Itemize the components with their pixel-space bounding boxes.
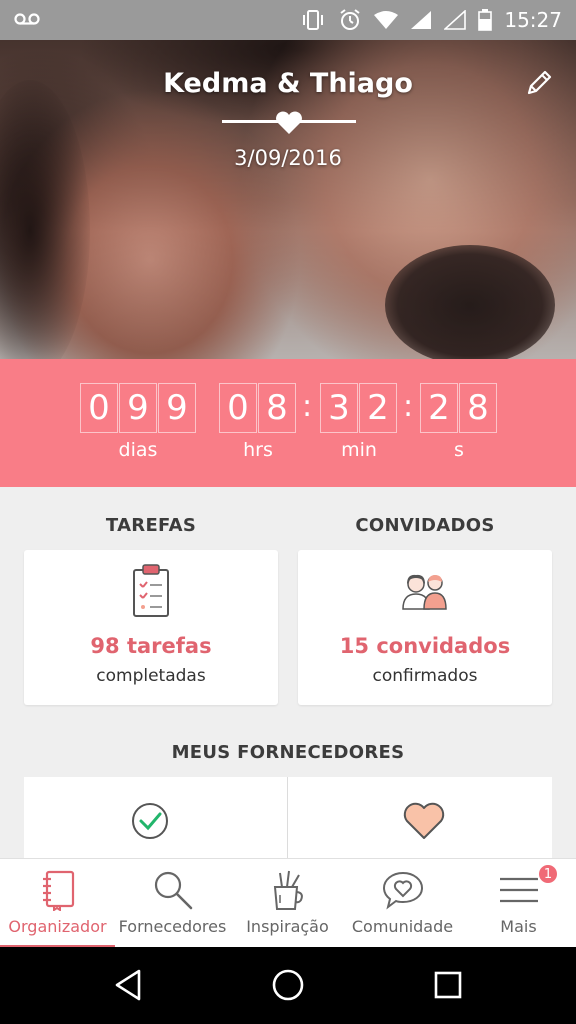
guests-subtitle: confirmados (372, 666, 478, 686)
digit: 9 (158, 383, 196, 433)
tasks-subtitle: completadas (96, 666, 206, 686)
minutes-label: min (341, 439, 377, 461)
battery-icon (478, 9, 493, 31)
wifi-icon (374, 10, 399, 30)
digit: 8 (459, 383, 497, 433)
digit: 9 (119, 383, 157, 433)
clipboard-icon (24, 564, 278, 618)
hours-label: hrs (243, 439, 273, 461)
nav-label: Mais (500, 917, 537, 936)
tasks-heading: TAREFAS (105, 515, 197, 536)
bottom-nav: Organizador Fornecedores Inspiração Comu… (0, 858, 576, 948)
nav-label: Comunidade (351, 917, 454, 936)
separator: : (302, 389, 313, 424)
signal-icon (410, 10, 432, 30)
couple-photo[interactable]: Kedma & Thiago 3/09/2016 (0, 40, 576, 359)
edit-button[interactable] (522, 68, 556, 102)
digit: 2 (420, 383, 458, 433)
pencil-cup-icon (230, 869, 345, 913)
tasks-count: 98 tarefas (90, 634, 212, 658)
separator: : (403, 389, 414, 424)
vendors-card[interactable] (24, 777, 552, 862)
guests-icon (298, 572, 552, 610)
guests-count: 15 convidados (339, 634, 511, 658)
system-nav-bar (0, 947, 576, 1024)
hours-counter: 0 8 (219, 383, 297, 433)
couple-names: Kedma & Thiago (163, 68, 413, 99)
notebook-icon (0, 869, 115, 911)
nav-organizador[interactable]: Organizador (0, 859, 115, 948)
wedding-date: 3/09/2016 (234, 146, 342, 170)
nav-inspiracao[interactable]: Inspiração (230, 859, 345, 948)
favorite-vendors-tile[interactable] (288, 777, 552, 862)
nav-label: Organizador (8, 917, 107, 936)
days-label: dias (118, 439, 158, 461)
seconds-label: s (454, 439, 464, 461)
heart-icon (402, 801, 446, 845)
seconds-counter: 2 8 (420, 383, 498, 433)
home-button[interactable] (266, 965, 310, 1009)
search-icon (115, 869, 230, 911)
check-circle-icon (130, 801, 170, 845)
guests-heading: CONVIDADOS (355, 515, 495, 536)
minutes-counter: 3 2 (320, 383, 398, 433)
digit: 2 (359, 383, 397, 433)
digit: 8 (258, 383, 296, 433)
notification-badge: 1 (537, 863, 559, 885)
guests-card[interactable]: 15 convidados confirmados (298, 550, 552, 705)
alarm-icon (338, 8, 362, 32)
recents-button[interactable] (426, 965, 470, 1009)
clock-time: 15:27 (504, 8, 562, 32)
no-signal-icon (444, 10, 467, 30)
back-button[interactable] (106, 965, 150, 1009)
tasks-card[interactable]: 98 tarefas completadas (24, 550, 278, 705)
days-counter: 0 9 9 (80, 383, 197, 433)
status-bar: 15:27 (0, 0, 576, 40)
nav-fornecedores[interactable]: Fornecedores (115, 859, 230, 948)
nav-label: Fornecedores (118, 917, 227, 936)
home-icon (271, 968, 305, 1006)
nav-comunidade[interactable]: Comunidade (345, 859, 460, 948)
nav-label: Inspiração (246, 917, 329, 936)
countdown: 0 9 9 0 8 : 3 2 : 2 8 dias hrs min s (0, 359, 576, 487)
booked-vendors-tile[interactable] (24, 777, 287, 862)
heart-icon (275, 111, 303, 139)
vibrate-icon (300, 9, 326, 31)
digit: 0 (80, 383, 118, 433)
recents-icon (433, 970, 463, 1004)
chat-heart-icon (345, 869, 460, 911)
digit: 0 (219, 383, 257, 433)
pencil-icon (525, 69, 553, 101)
back-icon (113, 968, 143, 1006)
voicemail-icon (14, 11, 40, 30)
vendors-heading: MEUS FORNECEDORES (171, 742, 405, 763)
digit: 3 (320, 383, 358, 433)
